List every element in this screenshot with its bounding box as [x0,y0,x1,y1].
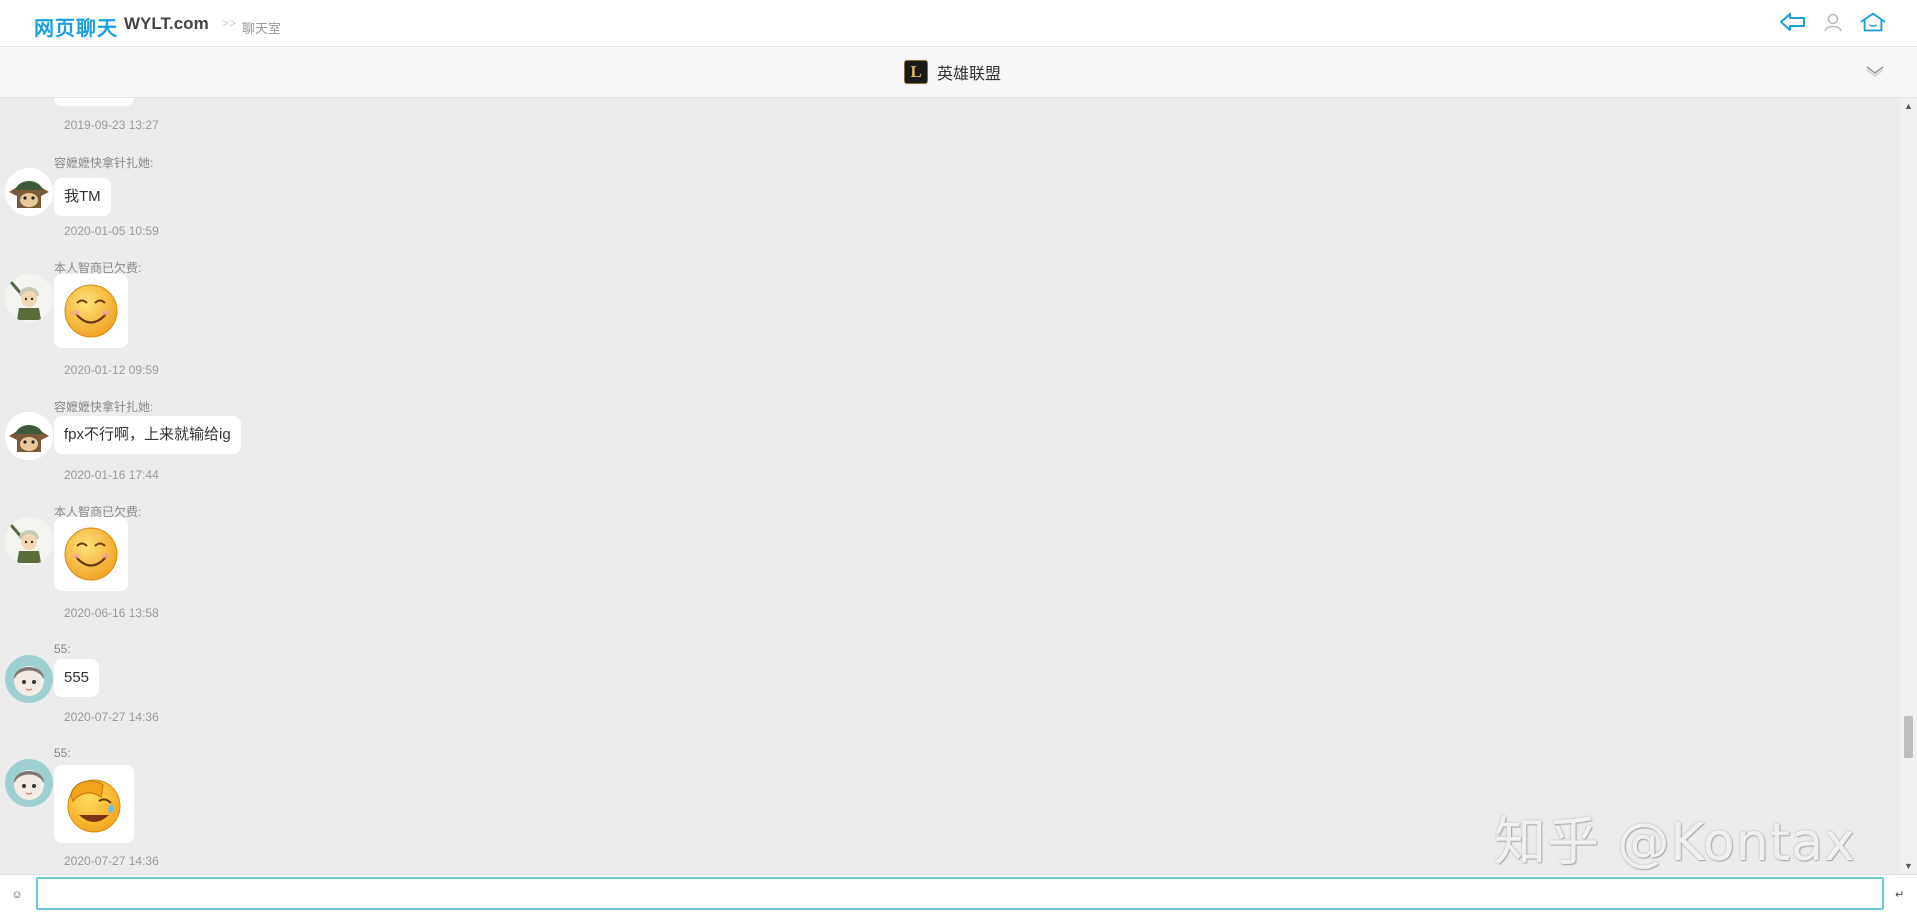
site-logo-en[interactable]: WYLT.com [124,14,209,34]
message-timestamp: 2020-07-27 14:36 [64,710,159,724]
teemo-avatar[interactable] [5,412,53,460]
back-arrow-icon[interactable] [1779,10,1807,34]
facepalm-emoji [67,779,121,833]
breadcrumb[interactable]: 聊天室 [242,18,281,37]
site-logo-cn[interactable]: 网页聊天 [34,12,118,41]
scroll-down-icon[interactable]: ▼ [1903,860,1914,872]
message-username[interactable]: 容嬷嬷快拿针扎她: [54,154,153,171]
message-username[interactable]: 55: [54,746,71,760]
message-timestamp: 2020-01-16 17:44 [64,468,159,482]
room-title: L 英雄联盟 [904,60,1001,84]
message-timestamp: 2020-07-27 14:36 [64,854,159,868]
message-text: fpx不行啊，上来就输给ig [54,416,241,454]
emoji-message [54,517,128,591]
breadcrumb-separator: >> [222,16,237,30]
message-username[interactable]: 容嬷嬷快拿针扎她: [54,398,153,415]
header-actions [1779,10,1887,34]
smiley-icon[interactable]: ☺ [10,888,24,902]
message-timestamp: 2020-01-12 09:59 [64,363,159,377]
emoji-message [54,765,134,843]
message-scrollbar[interactable]: ▲ ▼ [1900,98,1917,874]
home-icon[interactable] [1859,10,1887,34]
message-timestamp: 2020-01-05 10:59 [64,224,159,238]
user-icon[interactable] [1819,10,1847,34]
lol-logo-icon: L [904,60,928,84]
girl-avatar[interactable] [5,759,53,807]
message-text: 我TM [54,178,111,216]
teemo-avatar[interactable] [5,168,53,216]
soldier-avatar[interactable] [5,517,53,565]
message-input[interactable] [36,877,1884,910]
scroll-up-icon[interactable]: ▲ [1903,100,1914,112]
message-timestamp: 2019-09-23 13:27 [64,118,159,132]
girl-avatar[interactable] [5,655,53,703]
message-username[interactable]: 55: [54,642,71,656]
smile-emoji [64,284,118,338]
emoji-message [54,274,128,348]
enter-icon[interactable]: ↵ [1895,888,1907,901]
smile-emoji [64,527,118,581]
message-list[interactable]: 2019-09-23 13:27 容嬷嬷快拿针扎她: 我TM 2020-01-0… [0,98,1900,874]
input-bar: ☺ ↵ [0,874,1917,914]
soldier-avatar[interactable] [5,274,53,322]
room-name: 英雄联盟 [937,66,1002,83]
room-header: L 英雄联盟 [0,47,1917,98]
chevron-down-icon[interactable] [1865,63,1885,79]
top-bar: 网页聊天 WYLT.com >> 聊天室 [0,0,1917,47]
message-bubble [54,98,134,106]
message-text: 555 [54,659,100,697]
message-timestamp: 2020-06-16 13:58 [64,606,159,620]
scroll-thumb[interactable] [1904,716,1913,758]
